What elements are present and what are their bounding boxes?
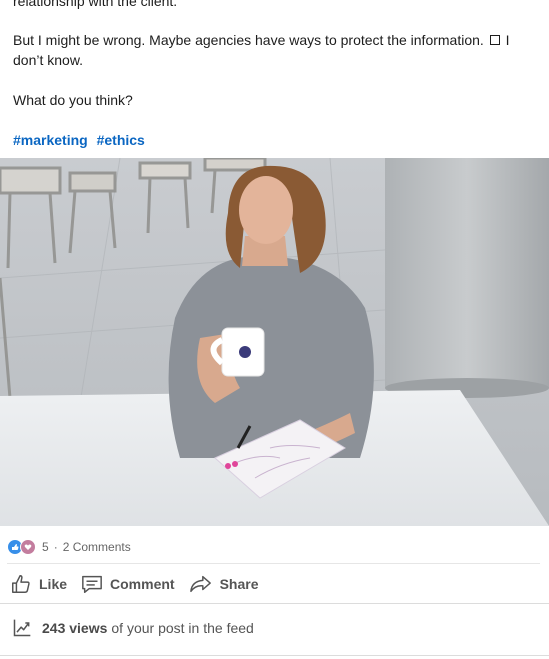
reaction-count[interactable]: 5 [42, 540, 49, 554]
feed-post: relationship with the client. But I migh… [0, 0, 549, 659]
views-suffix: of your post in the feed [111, 620, 254, 636]
post-paragraph-1: But I might be wrong. Maybe agencies hav… [13, 30, 533, 70]
analytics-chart-icon [13, 619, 31, 637]
divider [0, 603, 549, 604]
separator-dot: · [53, 540, 58, 554]
photo-woman-with-mug-icon [0, 158, 549, 526]
divider [0, 655, 549, 656]
like-button[interactable]: Like [10, 573, 67, 595]
share-arrow-icon [189, 575, 211, 593]
hashtags: #marketing #ethics [13, 130, 150, 150]
comment-count-link[interactable]: 2 Comments [63, 540, 131, 554]
post-paragraph-1a: But I might be wrong. Maybe agencies hav… [13, 32, 484, 48]
post-paragraph-2: What do you think? [13, 92, 133, 108]
comment-label: Comment [110, 576, 175, 592]
post-views[interactable]: 243 views of your post in the feed [12, 618, 254, 638]
comment-icon [82, 575, 102, 593]
thumbs-up-icon [12, 575, 30, 593]
post-text-cut-line: relationship with the client. [13, 0, 178, 9]
post-image[interactable] [0, 158, 549, 526]
missing-glyph-icon [489, 35, 500, 45]
hashtag-ethics[interactable]: #ethics [97, 132, 145, 148]
share-label: Share [219, 576, 259, 592]
divider [7, 563, 540, 564]
comment-button[interactable]: Comment [81, 573, 175, 595]
share-button[interactable]: Share [189, 573, 259, 595]
like-label: Like [39, 576, 68, 592]
social-counts: 5 · 2 Comments [7, 538, 131, 556]
views-count: 243 views [42, 620, 108, 636]
action-bar: Like Comment Share [10, 569, 273, 599]
heart-reaction-icon [20, 539, 36, 555]
hashtag-marketing[interactable]: #marketing [13, 132, 88, 148]
